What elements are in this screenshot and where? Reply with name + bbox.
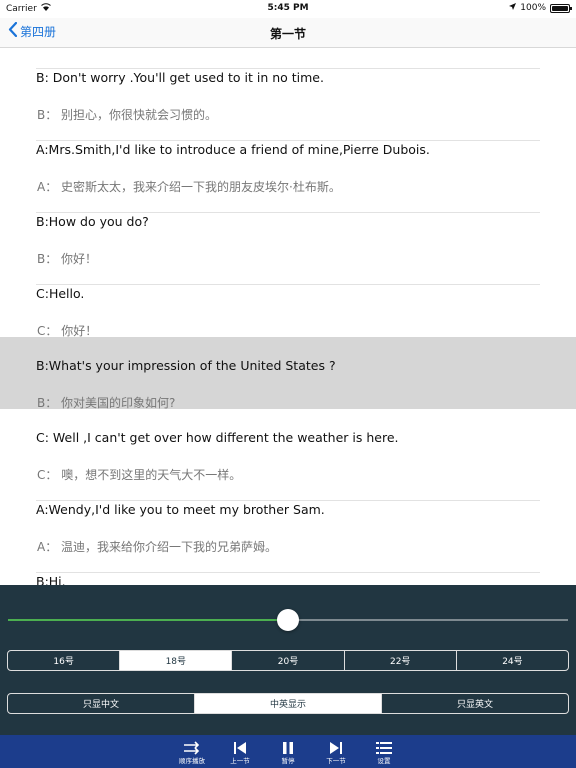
font-size-18[interactable]: 18号 (120, 651, 233, 670)
row-divider (36, 140, 540, 141)
navigation-bar: 第四册 第一节 (0, 18, 576, 48)
playback-settings-panel: 16号 18号 20号 22号 24号 只显中文 中英显示 只显英文 (0, 585, 576, 735)
settings-label: 设置 (377, 757, 391, 765)
progress-slider[interactable] (8, 609, 568, 631)
english-line: C: Well ,I can't get over how different … (36, 430, 399, 445)
dialogue-row[interactable]: B: Don't worry .You'll get used to it in… (0, 49, 576, 122)
slider-fill (8, 619, 288, 621)
dialogue-list[interactable]: B: Don't worry .You'll get used to it in… (0, 49, 576, 585)
location-arrow-icon (509, 3, 517, 13)
english-line: B:How do you do? (36, 214, 149, 229)
pause-button[interactable]: 暂停 (264, 735, 312, 768)
repeat-order-icon (183, 739, 201, 757)
mode-english-only[interactable]: 只显英文 (382, 694, 568, 713)
previous-section-button[interactable]: 上一节 (216, 735, 264, 768)
previous-section-label: 上一节 (230, 757, 250, 765)
pause-icon (281, 739, 295, 757)
dialogue-row[interactable]: B:How do you do? B： 你好！ (0, 193, 576, 266)
battery-icon (550, 3, 572, 13)
settings-button[interactable]: 设置 (360, 735, 408, 768)
font-size-16[interactable]: 16号 (8, 651, 121, 670)
display-mode-selector: 只显中文 中英显示 只显英文 (7, 693, 569, 714)
next-section-button[interactable]: 下一节 (312, 735, 360, 768)
row-divider (36, 284, 540, 285)
english-line: B: Don't worry .You'll get used to it in… (36, 70, 324, 85)
row-divider (36, 68, 540, 69)
bottom-toolbar: 顺序播放 上一节 暂停 下一节 设置 (0, 735, 576, 768)
next-section-label: 下一节 (326, 757, 346, 765)
page-title: 第一节 (269, 27, 306, 41)
skip-next-icon (329, 739, 343, 757)
list-settings-icon (376, 739, 392, 757)
row-divider (36, 572, 540, 573)
order-play-label: 顺序播放 (179, 757, 205, 765)
english-line: A:Wendy,I'd like you to meet my brother … (36, 502, 325, 517)
dialogue-row-selected[interactable]: B:What's your impression of the United S… (0, 337, 576, 410)
pause-label: 暂停 (281, 757, 295, 765)
slider-thumb[interactable] (277, 609, 299, 631)
dialogue-row[interactable]: C: Well ,I can't get over how different … (0, 409, 576, 482)
mode-chinese-only[interactable]: 只显中文 (8, 694, 195, 713)
dialogue-row[interactable]: C:Hello. C： 你好！ (0, 265, 576, 338)
english-line: B:Hi. (36, 574, 66, 585)
font-size-22[interactable]: 22号 (345, 651, 457, 670)
row-divider (36, 500, 540, 501)
english-line: C:Hello. (36, 286, 85, 301)
english-line: A:Mrs.Smith,I'd like to introduce a frie… (36, 142, 430, 157)
dialogue-row[interactable]: A:Mrs.Smith,I'd like to introduce a frie… (0, 121, 576, 194)
english-line: B:What's your impression of the United S… (36, 358, 336, 373)
mode-bilingual[interactable]: 中英显示 (195, 694, 382, 713)
font-size-selector: 16号 18号 20号 22号 24号 (7, 650, 569, 671)
status-time: 5:45 PM (267, 3, 309, 13)
battery-percent: 100% (520, 3, 546, 13)
dialogue-row[interactable]: A:Wendy,I'd like you to meet my brother … (0, 481, 576, 554)
status-bar: Carrier 5:45 PM 100% (0, 0, 576, 18)
skip-previous-icon (233, 739, 247, 757)
font-size-20[interactable]: 20号 (232, 651, 345, 670)
dialogue-row[interactable]: B:Hi. (0, 553, 576, 585)
row-divider (36, 212, 540, 213)
order-play-button[interactable]: 顺序播放 (168, 735, 216, 768)
font-size-24[interactable]: 24号 (457, 651, 568, 670)
